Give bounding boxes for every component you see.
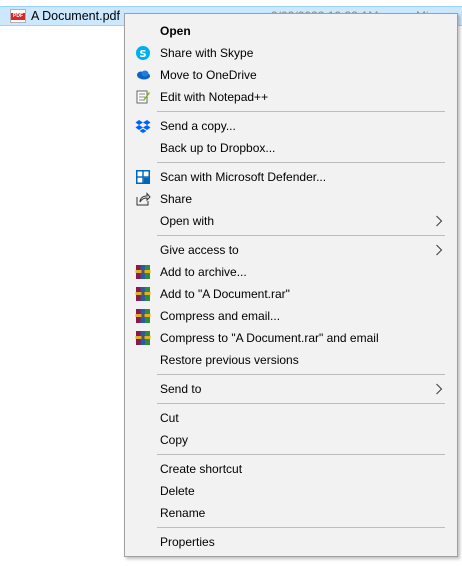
- menu-item-share-with-skype[interactable]: S Share with Skype: [127, 42, 455, 64]
- winrar-icon: [135, 286, 151, 302]
- defender-icon: [135, 169, 151, 185]
- menu-item-label: Edit with Notepad++: [160, 90, 269, 104]
- menu-item-label: Send a copy...: [160, 119, 236, 133]
- menu-item-open[interactable]: Open: [127, 20, 455, 42]
- menu-item-add-to-rar[interactable]: Add to "A Document.rar": [127, 283, 455, 305]
- menu-separator: [157, 374, 445, 375]
- chevron-right-icon: [435, 381, 443, 397]
- menu-item-rename[interactable]: Rename: [127, 502, 455, 524]
- winrar-icon: [135, 308, 151, 324]
- menu-item-create-shortcut[interactable]: Create shortcut: [127, 458, 455, 480]
- menu-separator: [157, 111, 445, 112]
- menu-item-label: Share: [160, 192, 193, 206]
- menu-separator: [157, 235, 445, 236]
- menu-item-label: Scan with Microsoft Defender...: [160, 170, 327, 184]
- menu-item-scan-with-defender[interactable]: Scan with Microsoft Defender...: [127, 166, 455, 188]
- menu-item-label: Give access to: [160, 243, 239, 257]
- menu-item-copy[interactable]: Copy: [127, 429, 455, 451]
- menu-separator: [157, 454, 445, 455]
- menu-item-cut[interactable]: Cut: [127, 407, 455, 429]
- context-menu: Open S Share with Skype Move to OneDrive…: [124, 13, 458, 557]
- skype-icon: S: [135, 45, 151, 61]
- menu-item-add-to-archive[interactable]: Add to archive...: [127, 261, 455, 283]
- menu-item-restore-previous-versions[interactable]: Restore previous versions: [127, 349, 455, 371]
- menu-item-move-to-onedrive[interactable]: Move to OneDrive: [127, 64, 455, 86]
- menu-item-open-with[interactable]: Open with: [127, 210, 455, 232]
- menu-separator: [157, 403, 445, 404]
- menu-item-give-access-to[interactable]: Give access to: [127, 239, 455, 261]
- menu-item-label: Copy: [160, 433, 189, 447]
- menu-item-label: Delete: [160, 484, 195, 498]
- chevron-right-icon: [435, 213, 443, 229]
- menu-item-edit-with-notepadpp[interactable]: Edit with Notepad++: [127, 86, 455, 108]
- menu-item-label: Compress to "A Document.rar" and email: [160, 331, 379, 345]
- menu-item-label: Cut: [160, 411, 179, 425]
- winrar-icon: [135, 264, 151, 280]
- menu-item-label: Add to archive...: [160, 265, 247, 279]
- menu-item-back-up-to-dropbox[interactable]: Back up to Dropbox...: [127, 137, 455, 159]
- menu-item-label: Share with Skype: [160, 46, 254, 60]
- menu-item-compress-and-email[interactable]: Compress and email...: [127, 305, 455, 327]
- menu-item-label: Compress and email...: [160, 309, 281, 323]
- file-name[interactable]: A Document.pdf: [31, 8, 120, 24]
- menu-separator: [157, 162, 445, 163]
- menu-item-send-a-copy[interactable]: Send a copy...: [127, 115, 455, 137]
- notepad-plus-plus-icon: [135, 89, 151, 105]
- onedrive-icon: [135, 67, 151, 83]
- menu-item-properties[interactable]: Properties: [127, 531, 455, 553]
- menu-item-compress-to-rar-and-email[interactable]: Compress to "A Document.rar" and email: [127, 327, 455, 349]
- menu-item-label: Rename: [160, 506, 206, 520]
- dropbox-icon: [135, 118, 151, 134]
- menu-item-share[interactable]: Share: [127, 188, 455, 210]
- svg-text:S: S: [139, 49, 146, 60]
- menu-item-label: Properties: [160, 535, 215, 549]
- menu-item-label: Add to "A Document.rar": [160, 287, 290, 301]
- menu-item-label: Open with: [160, 214, 215, 228]
- menu-item-label: Restore previous versions: [160, 353, 299, 367]
- menu-item-label: Create shortcut: [160, 462, 243, 476]
- menu-item-label: Open: [160, 24, 191, 38]
- menu-item-send-to[interactable]: Send to: [127, 378, 455, 400]
- menu-item-label: Back up to Dropbox...: [160, 141, 276, 155]
- menu-item-delete[interactable]: Delete: [127, 480, 455, 502]
- menu-item-label: Move to OneDrive: [160, 68, 257, 82]
- winrar-icon: [135, 330, 151, 346]
- share-icon: [135, 191, 151, 207]
- menu-separator: [157, 527, 445, 528]
- menu-item-label: Send to: [160, 382, 202, 396]
- chevron-right-icon: [435, 242, 443, 258]
- pdf-file-icon: PDF: [10, 9, 26, 23]
